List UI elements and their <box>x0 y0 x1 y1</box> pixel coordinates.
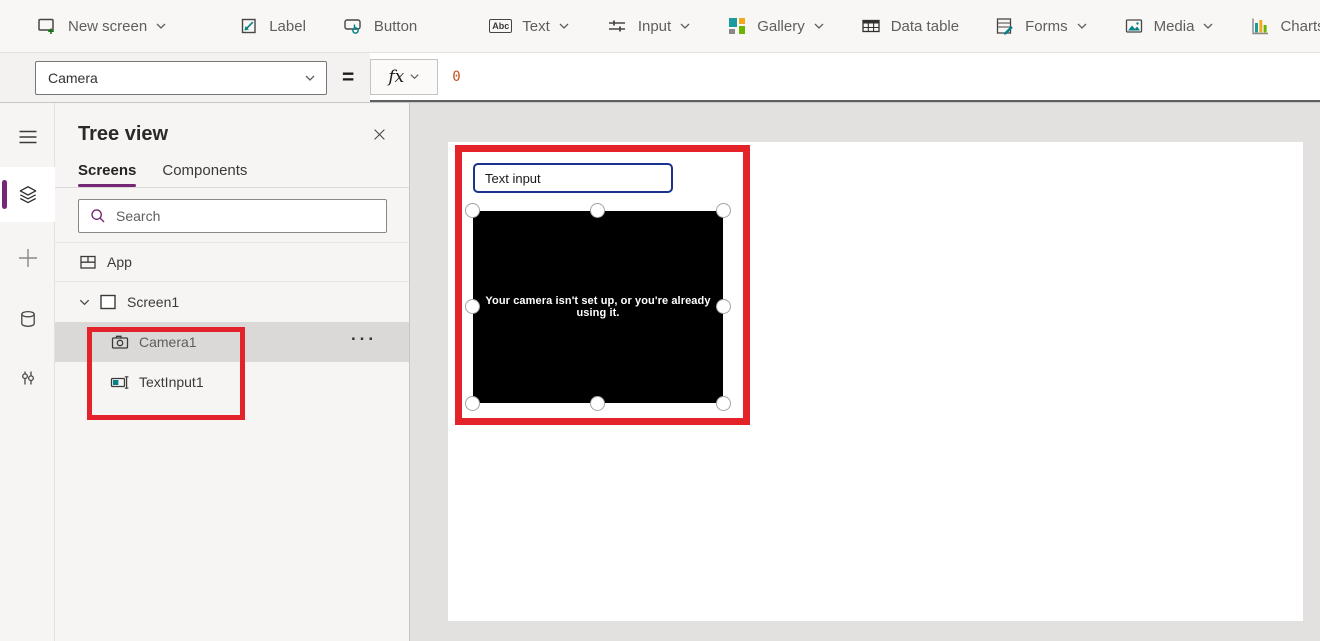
toolbar-item-forms[interactable]: Forms <box>995 16 1088 36</box>
toolbar-item-label: Input <box>638 18 671 35</box>
rail-item-insert[interactable] <box>0 234 55 282</box>
chevron-down-icon <box>409 71 420 82</box>
tree-list: App Screen1 Camera1 ··· <box>55 242 409 402</box>
fx-label: fx <box>388 67 404 87</box>
toolbar-item-label: Data table <box>891 18 959 35</box>
toolbar-item-label: Charts <box>1280 18 1320 35</box>
tree-view-tabs: Screens Components <box>55 162 409 187</box>
toolbar-item-label: New screen <box>68 18 147 35</box>
hamburger-menu-button[interactable] <box>0 113 55 161</box>
input-icon <box>606 15 628 37</box>
layers-icon <box>17 184 39 206</box>
media-icon <box>1124 16 1144 36</box>
text-icon: Abc <box>489 19 512 33</box>
tree-item-label: App <box>107 254 132 270</box>
tree-item-label: Camera1 <box>139 334 197 350</box>
chevron-down-icon <box>558 20 570 32</box>
toolbar-item-new-screen[interactable]: New screen <box>36 15 167 37</box>
app-icon <box>78 252 98 272</box>
search-icon <box>89 207 107 225</box>
data-table-icon <box>861 16 881 36</box>
resize-handle-bottom-right[interactable] <box>716 396 731 411</box>
fx-dropdown-button[interactable]: fx <box>370 59 438 95</box>
button-icon <box>342 15 364 37</box>
resize-handle-top-middle[interactable] <box>590 203 605 218</box>
close-panel-button[interactable] <box>372 127 387 142</box>
property-selector-value: Camera <box>48 70 304 86</box>
label-icon <box>239 16 259 36</box>
toolbar-item-text[interactable]: Abc Text <box>489 18 570 35</box>
toolbar-item-label-control[interactable]: Label <box>239 16 306 36</box>
main-area: Tree view Screens Components <box>0 103 1320 641</box>
textinput1-control[interactable]: Text input <box>473 163 673 193</box>
tree-search[interactable] <box>78 199 387 233</box>
tree-item-textinput1[interactable]: TextInput1 <box>55 362 409 402</box>
forms-icon <box>995 16 1015 36</box>
toolbar-item-button-control[interactable]: Button <box>342 15 417 37</box>
text-input-icon <box>110 372 130 392</box>
resize-handle-middle-right[interactable] <box>716 299 731 314</box>
formula-input[interactable]: 0 <box>438 53 1320 100</box>
search-input[interactable] <box>116 208 378 224</box>
insert-toolbar: New screen Label Button Abc Text <box>0 0 1320 53</box>
tree-item-camera1[interactable]: Camera1 ··· <box>55 322 409 362</box>
chevron-down-icon <box>813 20 825 32</box>
property-selector[interactable]: Camera <box>35 61 327 95</box>
toolbar-item-charts[interactable]: Charts <box>1250 16 1320 36</box>
tree-item-screen1[interactable]: Screen1 <box>55 282 409 322</box>
rail-item-tree-view[interactable] <box>0 167 55 222</box>
tabs-divider <box>55 187 409 188</box>
canvas-area: Text input Your camera isn't set up, or … <box>410 103 1320 641</box>
screen-icon <box>98 292 118 312</box>
chevron-down-icon <box>155 20 167 32</box>
camera1-control[interactable]: Your camera isn't set up, or you're alre… <box>473 211 723 403</box>
chevron-down-icon <box>1076 20 1088 32</box>
chevron-down-icon <box>304 72 316 84</box>
gallery-icon <box>727 16 747 36</box>
more-options-button[interactable]: ··· <box>351 330 377 350</box>
powerapps-studio: New screen Label Button Abc Text <box>0 0 1320 641</box>
tree-view-panel: Tree view Screens Components <box>55 103 410 641</box>
formula-area: fx 0 <box>370 53 1320 102</box>
chevron-down-icon <box>1202 20 1214 32</box>
charts-icon <box>1250 16 1270 36</box>
toolbar-item-label: Label <box>269 18 306 35</box>
resize-handle-top-right[interactable] <box>716 203 731 218</box>
database-icon <box>18 309 38 329</box>
tab-components[interactable]: Components <box>162 162 247 187</box>
new-screen-icon <box>36 15 58 37</box>
resize-handle-bottom-left[interactable] <box>465 396 480 411</box>
rail-item-settings[interactable] <box>0 354 55 402</box>
chevron-down-icon[interactable] <box>78 296 91 309</box>
camera-icon <box>110 332 130 352</box>
toolbar-item-gallery[interactable]: Gallery <box>727 16 825 36</box>
resize-handle-top-left[interactable] <box>465 203 480 218</box>
tree-item-app[interactable]: App <box>55 242 409 282</box>
toolbar-item-label: Forms <box>1025 18 1068 35</box>
panel-title: Tree view <box>78 123 168 146</box>
chevron-down-icon <box>679 20 691 32</box>
rail-item-data[interactable] <box>0 295 55 343</box>
resize-handle-bottom-middle[interactable] <box>590 396 605 411</box>
tools-icon <box>18 368 38 388</box>
tree-item-label: Screen1 <box>127 294 179 310</box>
toolbar-item-data-table[interactable]: Data table <box>861 16 959 36</box>
tree-item-label: TextInput1 <box>139 374 204 390</box>
tab-screens[interactable]: Screens <box>78 162 136 187</box>
toolbar-item-label: Button <box>374 18 417 35</box>
hamburger-icon <box>18 127 38 147</box>
toolbar-item-label: Media <box>1154 18 1195 35</box>
equals-sign: = <box>342 66 354 90</box>
left-rail <box>0 103 55 641</box>
toolbar-item-label: Text <box>522 18 550 35</box>
screen1-artboard[interactable]: Text input Your camera isn't set up, or … <box>448 142 1303 621</box>
camera-message: Your camera isn't set up, or you're alre… <box>473 295 723 319</box>
resize-handle-middle-left[interactable] <box>465 299 480 314</box>
toolbar-item-input[interactable]: Input <box>606 15 691 37</box>
toolbar-item-label: Gallery <box>757 18 805 35</box>
plus-icon <box>17 247 39 269</box>
toolbar-item-media[interactable]: Media <box>1124 16 1215 36</box>
formula-bar: Camera = fx 0 <box>0 53 1320 103</box>
